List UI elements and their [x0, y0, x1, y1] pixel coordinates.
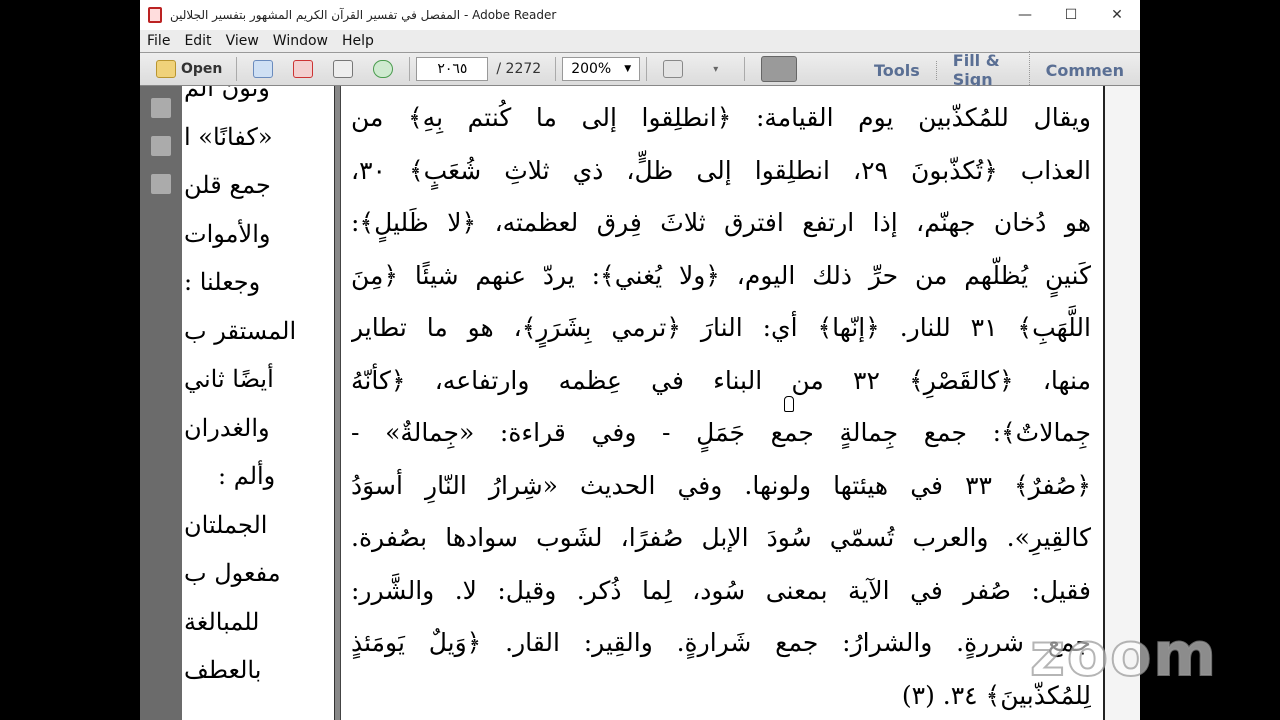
overflow-menu-icon[interactable]: ▾: [713, 64, 718, 75]
text-line: «كفانًا» ا: [182, 113, 334, 162]
text-line: المستقر ب: [182, 307, 334, 356]
page-total: / 2272: [496, 61, 542, 77]
cloud-upload-icon[interactable]: [373, 60, 394, 78]
text-line: منها، ﴿كالقَصْرِ﴾ ٣٢ من البناء في عِظمه …: [351, 365, 1091, 395]
fill-sign-tab[interactable]: Fill & Sign: [937, 51, 1030, 89]
text-line-content: والأموات: [184, 219, 271, 248]
separator: [236, 57, 238, 81]
toolbar: Open ٢٠٦٥ / 2272 200% ▼ ▾ Tools Fill & Si…: [140, 51, 1140, 89]
separator: [646, 57, 648, 81]
navigation-panel: [140, 86, 182, 720]
window-title: المفصل في تفسير القرآن الكريم المشهور بت…: [170, 8, 557, 22]
zoom-watermark: zoom: [1029, 619, 1218, 691]
separator: [409, 57, 411, 81]
text-line: والأموات: [182, 210, 334, 259]
text-line: للمبالغة: [182, 598, 334, 647]
text-line-content: المستقر ب: [184, 316, 297, 345]
text-line-content: بالعطف: [184, 656, 262, 684]
tools-tab[interactable]: Tools: [858, 60, 937, 80]
fit-page-icon[interactable]: [663, 60, 684, 78]
text-line: كالقِيرِ». والعرب تُسمّي سُودَ الإبل صُف…: [351, 523, 1091, 552]
text-line: اللَّهَبِ﴾ ٣١ للنار. ﴿إنّها﴾ أي: النارَ …: [351, 313, 1091, 342]
previous-page-column: ونون الم «كفانًا» ا جمع قلن والأموات وجع…: [182, 86, 335, 720]
text-line: جمع شررةٍ. والشرارُ: جمع شَرارةٍ. والقِي…: [351, 628, 1091, 657]
hand-tool-icon[interactable]: [761, 56, 798, 82]
text-line-content: مفعول ب: [184, 559, 281, 587]
document-page: ويقال للمُكذّبين يوم القيامة: ﴿انطلِقوا …: [340, 86, 1105, 720]
text-line: جمع قلن: [182, 161, 334, 210]
text-line: بالعطف: [182, 646, 334, 695]
text-line-content: وجعلنا :: [184, 268, 261, 296]
open-label: Open: [181, 61, 223, 77]
menu-help[interactable]: Help: [335, 33, 381, 49]
export-pdf-icon[interactable]: [293, 60, 314, 78]
menu-bar: File Edit View Window Help: [140, 30, 1140, 52]
text-line-content: أيضًا ثاني: [184, 365, 274, 393]
text-line: أيضًا ثاني: [182, 355, 334, 404]
create-pdf-icon[interactable]: [253, 60, 274, 78]
text-line: لِلمُكذّبينَ﴾ ٣٤. (٣): [901, 680, 1091, 710]
chevron-down-icon: ▼: [624, 64, 632, 74]
text-line-content: وألم :: [218, 462, 276, 490]
folder-icon: [156, 60, 176, 78]
text-line-content: والغدران: [184, 413, 270, 442]
text-line-content: «كفانًا» ا: [184, 122, 273, 151]
text-line: جِمالاتٌ﴾: جمع جِمالةٍ جمع جَمَلٍ - وفي …: [351, 418, 1091, 447]
text-line: ونون الم: [182, 86, 334, 113]
edit-sign-icon[interactable]: [333, 60, 354, 78]
hand-cursor-icon: [784, 396, 794, 412]
separator: [744, 57, 746, 81]
text-line: ويقال للمُكذّبين يوم القيامة: ﴿انطلِقوا …: [351, 103, 1091, 132]
pdf-app-icon: [148, 7, 162, 23]
menu-window[interactable]: Window: [266, 33, 335, 49]
text-line: فقيل: صُفر في الآية بمعنى سُود، لِما ذُك…: [351, 575, 1091, 605]
close-button[interactable]: ✕: [1094, 7, 1140, 23]
text-line: وألم :: [182, 452, 334, 501]
text-line: مفعول ب: [182, 549, 334, 598]
page-thumbnails-icon[interactable]: [151, 98, 171, 118]
separator: [555, 57, 557, 81]
text-line: وجعلنا :: [182, 258, 334, 307]
menu-view[interactable]: View: [219, 33, 266, 49]
text-line: والغدران: [182, 404, 334, 453]
text-line-content: ونون الم: [184, 86, 270, 102]
title-bar: المفصل في تفسير القرآن الكريم المشهور بت…: [140, 0, 1140, 30]
text-line-content: جمع قلن: [184, 171, 271, 199]
open-button[interactable]: Open: [140, 60, 230, 78]
text-line-content: الجملتان: [184, 510, 268, 539]
maximize-button[interactable]: ☐: [1048, 7, 1094, 23]
comment-tab[interactable]: Commen: [1030, 61, 1140, 80]
text-line: ﴿صُفرٌ﴾ ٣٣ في هيئتها ولونها. وفي الحديث …: [351, 470, 1091, 500]
zoom-value: 200%: [571, 61, 612, 77]
menu-edit[interactable]: Edit: [177, 33, 218, 49]
text-line: العذاب ﴿تُكذّبونَ ٢٩، انطلِقوا إلى ظلٍّ،…: [351, 155, 1091, 185]
menu-file[interactable]: File: [140, 33, 177, 49]
text-line: الجملتان: [182, 501, 334, 550]
attachment-icon[interactable]: [151, 174, 171, 194]
zoom-select[interactable]: 200% ▼: [562, 57, 641, 81]
page-number-input[interactable]: ٢٠٦٥: [416, 57, 489, 81]
adobe-reader-window: المفصل في تفسير القرآن الكريم المشهور بت…: [140, 0, 1140, 720]
text-line-content: للمبالغة: [184, 607, 260, 636]
text-line: هو دُخان جهنّم، إذا ارتفع افترق ثلاثَ فِ…: [351, 208, 1091, 237]
text-line: كَنينٍ يُظلّهم من حرِّ ذلك اليوم، ﴿ولا ي…: [351, 260, 1091, 290]
bookmark-icon[interactable]: [151, 136, 171, 156]
minimize-button[interactable]: —: [1002, 7, 1048, 23]
